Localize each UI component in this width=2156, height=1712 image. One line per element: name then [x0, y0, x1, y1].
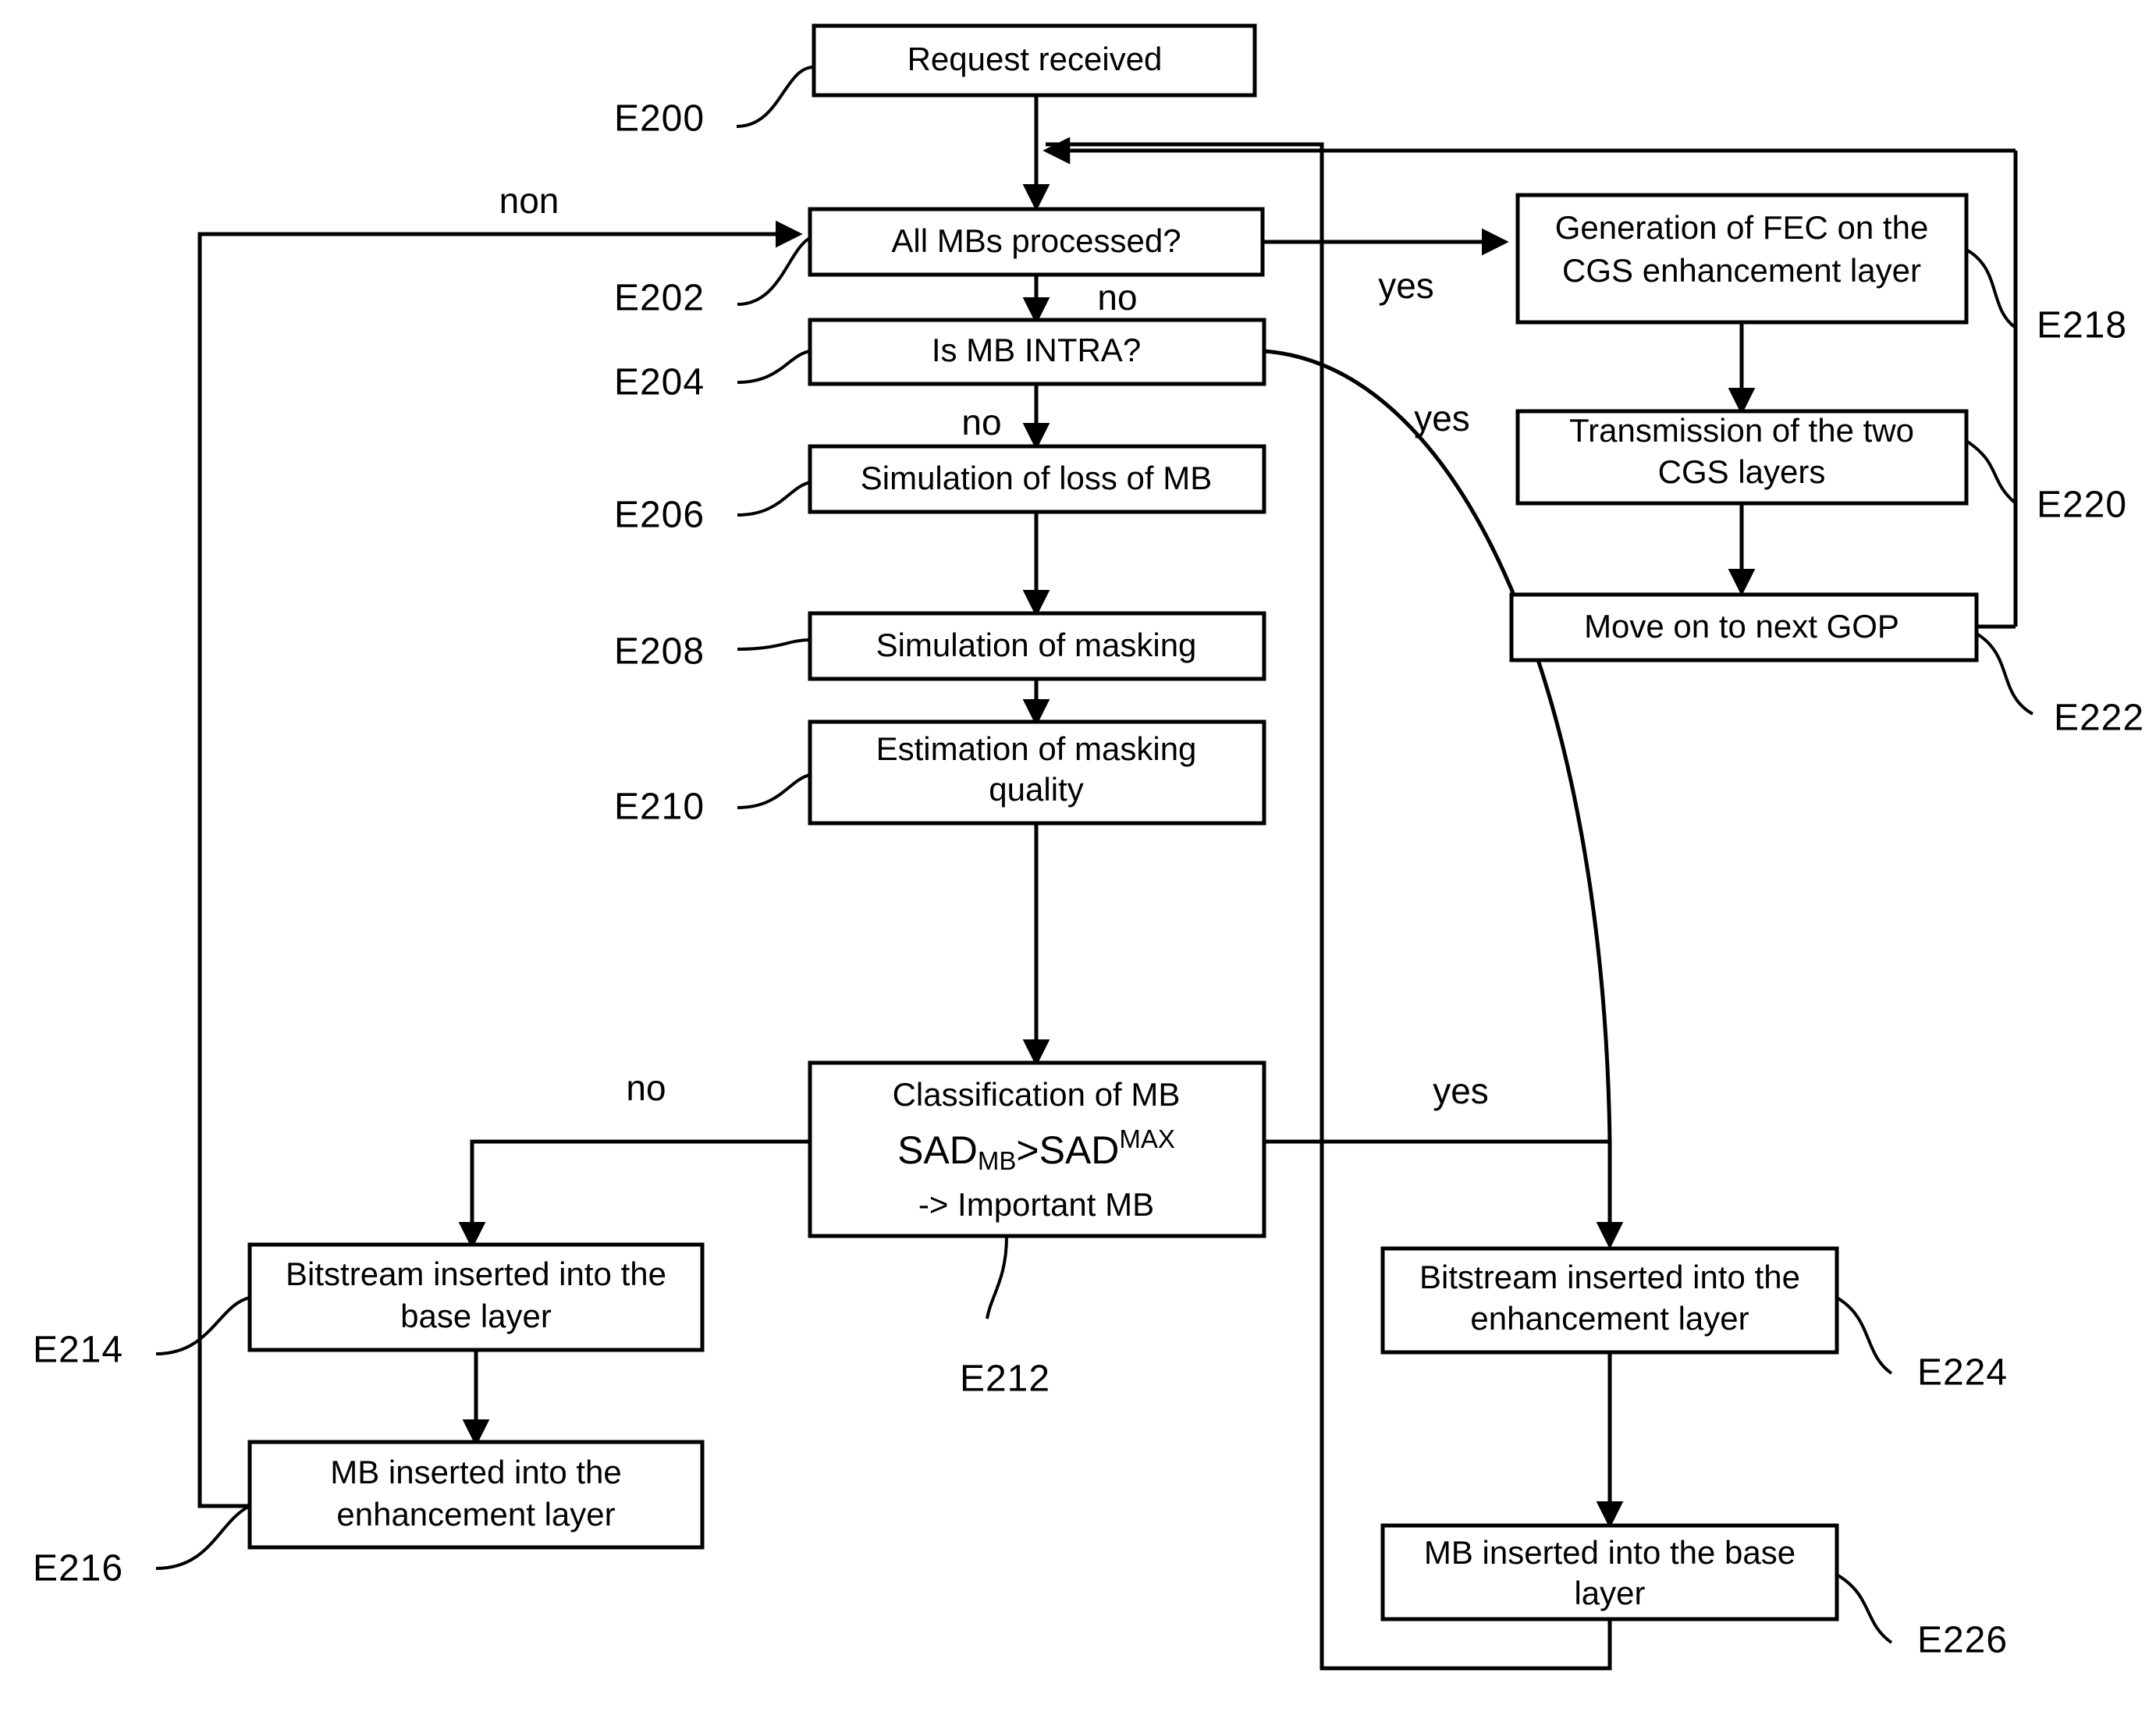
edge-label-intra-no: no: [961, 402, 1001, 442]
node-simulation-loss-mb-label: Simulation of loss of MB: [861, 460, 1213, 496]
ref-e226: E226: [1917, 1620, 2008, 1661]
node-move-next-gop-label: Move on to next GOP: [1584, 608, 1899, 645]
edge-label-class-yes: yes: [1433, 1071, 1489, 1111]
formula-rhs-sup: MAX: [1119, 1124, 1175, 1153]
flowchart-svg: Request received E200 All MBs processed?…: [33, 23, 2144, 1671]
ref-e200: E200: [614, 98, 705, 140]
node-generation-fec-label-1: Generation of FEC on the: [1555, 209, 1929, 246]
formula-rhs: SAD: [1039, 1128, 1120, 1172]
leader-e212: [986, 1235, 1008, 1320]
edge-label-non: non: [499, 180, 559, 221]
ref-e224: E224: [1917, 1352, 2008, 1394]
edge-label-mbs-no: no: [1097, 277, 1137, 318]
node-simulation-masking-label: Simulation of masking: [876, 627, 1197, 663]
leader-e206: [737, 481, 811, 517]
edge-label-mbs-yes: yes: [1378, 265, 1434, 306]
edge-label-intra-yes: yes: [1414, 398, 1470, 439]
ref-e206: E206: [614, 495, 705, 536]
leader-e204: [737, 350, 811, 384]
leader-e220: [1965, 439, 2017, 505]
flowchart-page: Request received E200 All MBs processed?…: [0, 0, 2156, 1712]
node-bitstream-enhancement-layer-label-2: enhancement layer: [1470, 1300, 1749, 1337]
formula-lhs: SAD: [897, 1128, 978, 1172]
node-generation-fec-label-2: CGS enhancement layer: [1562, 252, 1921, 289]
node-bitstream-base-layer-label-2: base layer: [400, 1298, 552, 1334]
node-transmission-cgs-label-1: Transmission of the two: [1569, 412, 1914, 449]
edge-classify-yes-to-bitstream-enh: [1264, 1139, 1624, 1249]
node-mb-base-layer-label-1: MB inserted into the base: [1424, 1534, 1795, 1571]
ref-e202: E202: [614, 278, 705, 319]
leader-e224: [1835, 1296, 1893, 1375]
ref-e216: E216: [33, 1548, 123, 1589]
ref-e218: E218: [2037, 305, 2127, 346]
node-estimation-masking-quality-label-2: quality: [989, 771, 1083, 808]
edge-label-class-no: no: [626, 1067, 666, 1108]
node-all-mbs-processed-label: All MBs processed?: [891, 222, 1181, 259]
node-bitstream-enhancement-layer-label-1: Bitstream inserted into the: [1419, 1259, 1800, 1295]
node-classification-mb-label-2: -> Important MB: [918, 1186, 1154, 1223]
ref-e208: E208: [614, 631, 705, 673]
leader-e202: [737, 236, 812, 306]
formula-lhs-sub: MB: [978, 1146, 1017, 1175]
edge-classify-no-to-bitstream-base: [458, 1139, 809, 1249]
node-estimation-masking-quality-label-1: Estimation of masking: [876, 730, 1197, 767]
ref-e222: E222: [2054, 698, 2144, 739]
ref-e204: E204: [614, 362, 705, 403]
node-request-received-label: Request received: [908, 41, 1163, 77]
leader-e200: [736, 66, 815, 128]
leader-e216: [155, 1504, 250, 1570]
node-classification-mb-label-1: Classification of MB: [893, 1076, 1181, 1113]
node-mb-enhancement-layer-label-2: enhancement layer: [336, 1496, 615, 1533]
ref-e214: E214: [33, 1330, 123, 1371]
node-transmission-cgs-label-2: CGS layers: [1658, 453, 1826, 490]
leader-e214: [155, 1296, 250, 1355]
ref-e220: E220: [2037, 485, 2127, 526]
leader-e226: [1835, 1573, 1893, 1644]
ref-e210: E210: [614, 787, 705, 828]
leader-e210: [737, 773, 811, 809]
formula-op: >: [1016, 1128, 1039, 1172]
leader-e218: [1966, 248, 2017, 329]
node-mb-enhancement-layer-label-1: MB inserted into the: [330, 1454, 622, 1490]
ref-e212: E212: [960, 1359, 1050, 1400]
node-bitstream-base-layer-label-1: Bitstream inserted into the: [286, 1256, 666, 1292]
leader-e222: [1975, 632, 2033, 716]
node-mb-base-layer-label-2: layer: [1574, 1575, 1645, 1611]
node-is-mb-intra-label: Is MB INTRA?: [932, 332, 1141, 368]
leader-e208: [737, 638, 811, 651]
